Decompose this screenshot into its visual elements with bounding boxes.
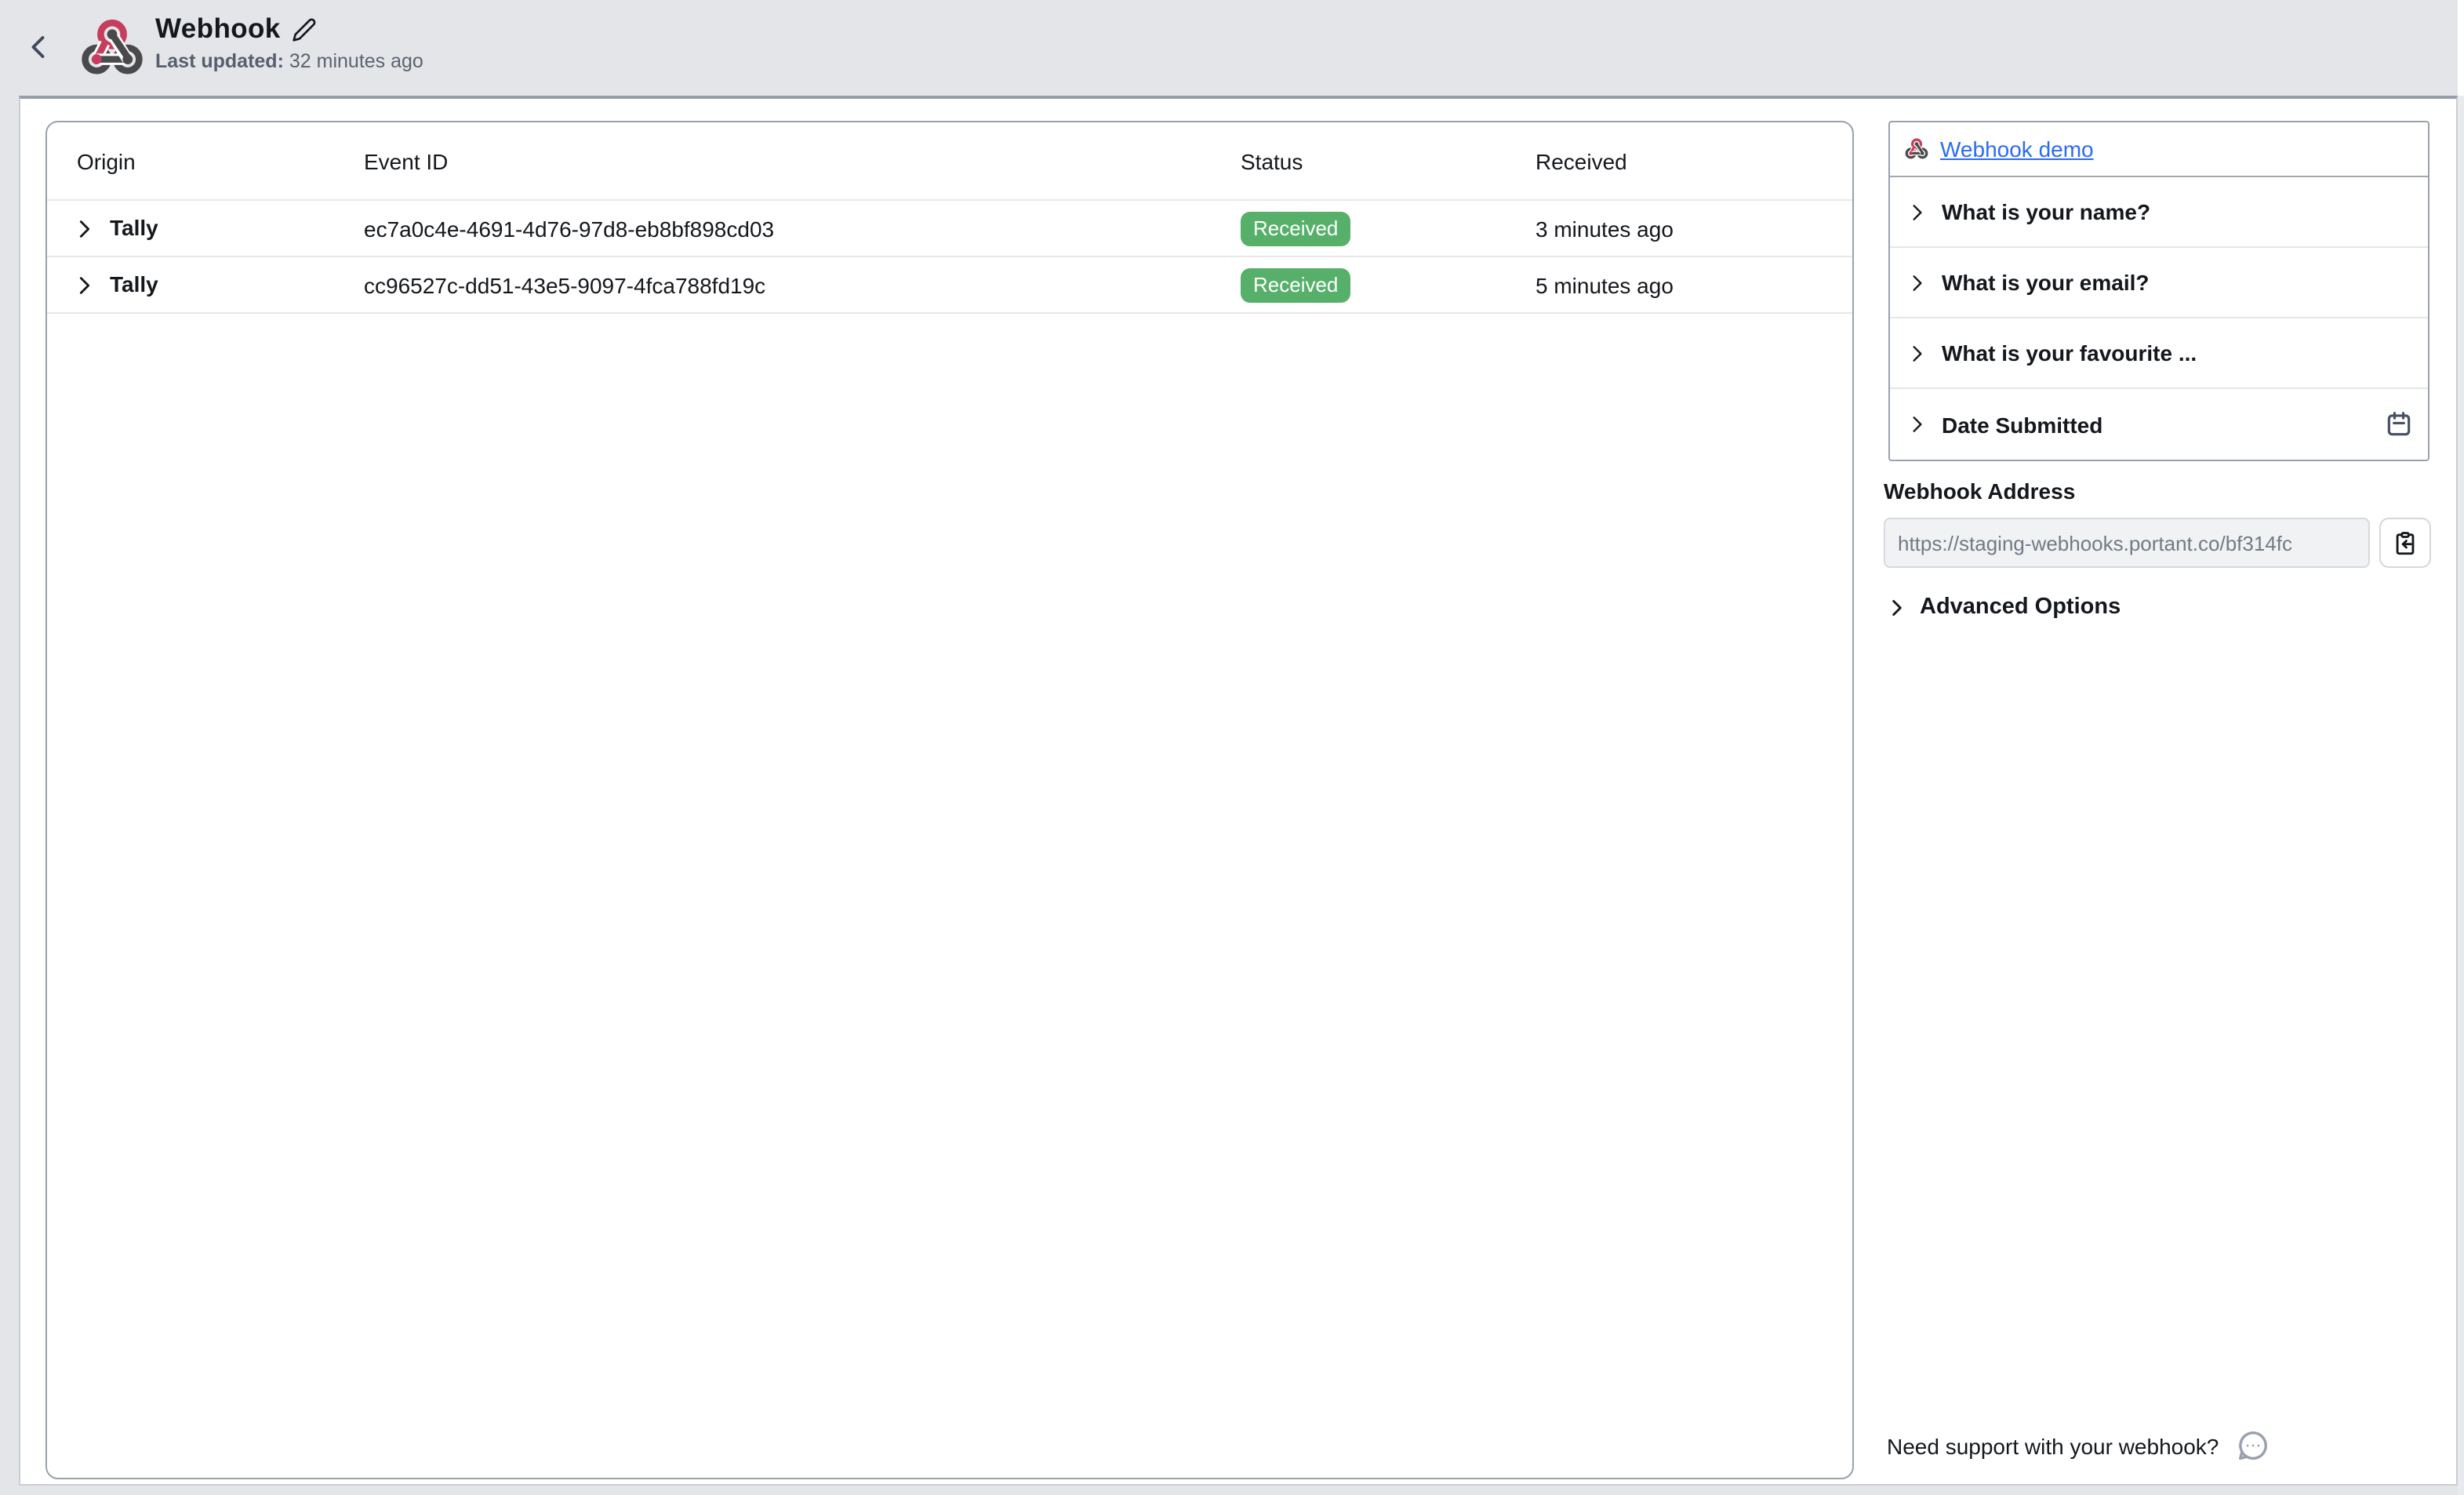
table-header-row: Origin Event ID Status Received — [47, 122, 1852, 201]
chevron-right-icon[interactable] — [74, 218, 96, 240]
page-title: Webhook — [155, 13, 281, 45]
field-row[interactable]: What is your favourite ... — [1890, 318, 2428, 389]
column-header-origin: Origin — [77, 149, 136, 174]
advanced-options-label: Advanced Options — [1920, 595, 2121, 620]
events-table: Origin Event ID Status Received Tally ec… — [45, 121, 1854, 1479]
row-received: 3 minutes ago — [1535, 216, 1674, 242]
calendar-icon — [2384, 409, 2414, 439]
table-body: Tally ec7a0c4e-4691-4d76-97d8-eb8bf898cd… — [47, 201, 1852, 314]
back-button[interactable] — [19, 27, 60, 67]
last-updated-value: 32 minutes ago — [289, 50, 423, 72]
webhook-address-label: Webhook Address — [1884, 478, 2075, 504]
field-row[interactable]: What is your name? — [1890, 177, 2428, 248]
field-label: Date Submitted — [1942, 412, 2102, 437]
column-header-received: Received — [1535, 149, 1627, 174]
column-header-status: Status — [1241, 149, 1303, 174]
field-label: What is your favourite ... — [1942, 340, 2197, 366]
advanced-options-toggle[interactable]: Advanced Options — [1887, 595, 2121, 620]
pencil-icon[interactable] — [292, 16, 317, 42]
chevron-right-icon — [1887, 597, 1907, 617]
last-updated-label: Last updated: — [155, 50, 284, 72]
webhook-page: Webhook Last updated: 32 minutes ago Ori… — [0, 0, 2464, 1495]
webhook-logo-small-icon — [1904, 136, 1929, 162]
scrollbar-thumb[interactable] — [2458, 96, 2464, 1495]
title-block: Webhook Last updated: 32 minutes ago — [155, 13, 423, 72]
copy-address-button[interactable] — [2379, 518, 2431, 568]
webhook-logo-icon — [78, 14, 146, 82]
webhook-address-input[interactable] — [1884, 518, 2370, 568]
table-row[interactable]: Tally cc96527c-dd51-43e5-9097-4fca788fd1… — [47, 257, 1852, 314]
row-received: 5 minutes ago — [1535, 273, 1674, 298]
chevron-left-icon — [25, 33, 53, 61]
field-row[interactable]: What is your email? — [1890, 248, 2428, 318]
source-header-row: Webhook demo — [1890, 122, 2428, 177]
clipboard-paste-icon — [2392, 529, 2419, 556]
table-row[interactable]: Tally ec7a0c4e-4691-4d76-97d8-eb8bf898cd… — [47, 201, 1852, 257]
field-label: What is your email? — [1942, 270, 2150, 295]
chat-bubble-icon[interactable] — [2234, 1428, 2270, 1464]
status-badge: Received — [1241, 212, 1350, 246]
chevron-right-icon[interactable] — [74, 275, 96, 296]
chevron-right-icon[interactable] — [1907, 202, 1928, 222]
row-event-id: ec7a0c4e-4691-4d76-97d8-eb8bf898cd03 — [364, 216, 774, 242]
column-header-event-id: Event ID — [364, 149, 448, 174]
chevron-right-icon[interactable] — [1907, 414, 1928, 435]
chevron-right-icon[interactable] — [1907, 343, 1928, 363]
fields-list: What is your name? What is your email? — [1890, 177, 2428, 460]
last-updated: Last updated: 32 minutes ago — [155, 50, 423, 72]
source-fields-card: Webhook demo What is your name? What is … — [1888, 121, 2429, 461]
top-bar: Webhook Last updated: 32 minutes ago — [0, 0, 2464, 96]
row-origin: Tally — [110, 271, 158, 296]
field-label: What is your name? — [1942, 199, 2150, 224]
row-event-id: cc96527c-dd51-43e5-9097-4fca788fd19c — [364, 273, 765, 298]
source-link[interactable]: Webhook demo — [1940, 136, 2094, 162]
scrollbar[interactable] — [2458, 0, 2464, 1495]
support-row: Need support with your webhook? — [1887, 1428, 2270, 1464]
support-text: Need support with your webhook? — [1887, 1433, 2219, 1458]
row-origin: Tally — [110, 215, 158, 240]
status-badge: Received — [1241, 268, 1350, 303]
chevron-right-icon[interactable] — [1907, 272, 1928, 293]
field-row[interactable]: Date Submitted — [1890, 389, 2428, 460]
